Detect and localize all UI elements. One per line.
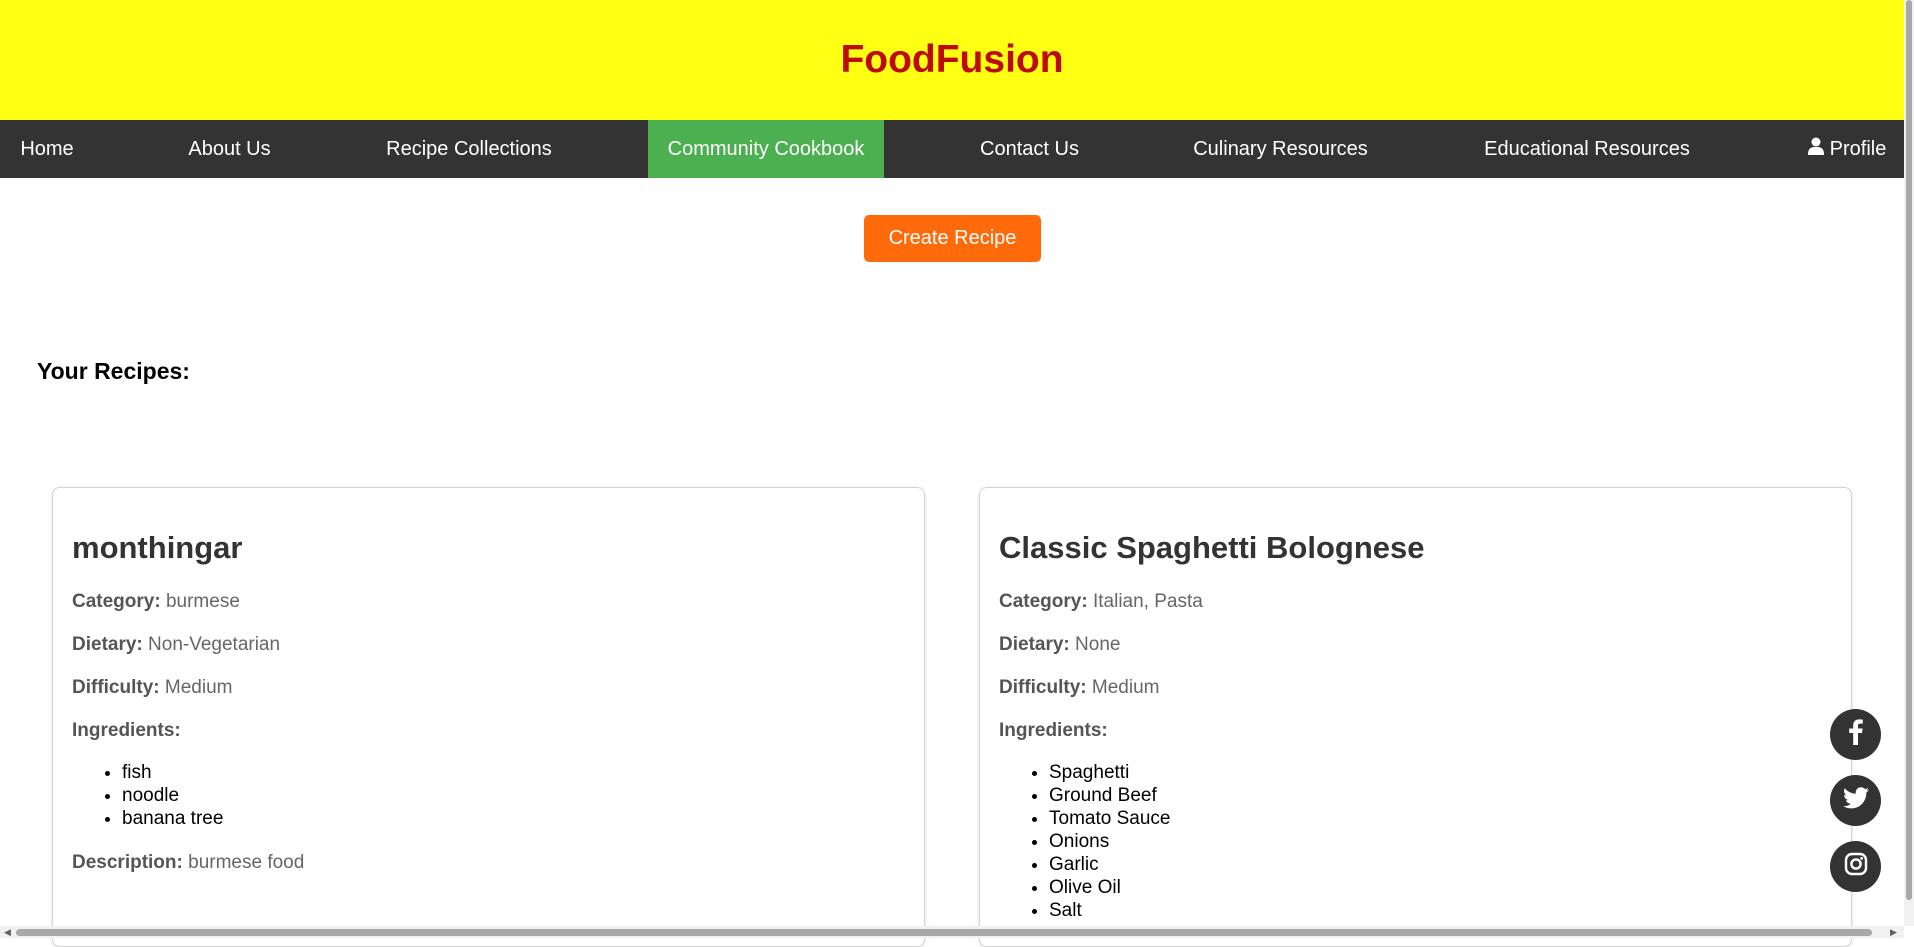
twitter-button[interactable] bbox=[1830, 775, 1881, 826]
description-label: Description: bbox=[72, 852, 183, 873]
ingredient-item: Garlic bbox=[1049, 853, 1170, 876]
ingredient-item: banana tree bbox=[122, 807, 223, 830]
recipe-category: Category: Italian, Pasta bbox=[999, 591, 1203, 613]
nav-culinary-resources[interactable]: Culinary Resources bbox=[1175, 120, 1386, 178]
horizontal-scrollbar[interactable]: ◀ ▶ bbox=[0, 926, 1904, 938]
category-value: burmese bbox=[165, 591, 240, 612]
site-header: FoodFusion bbox=[0, 0, 1904, 120]
create-recipe-button[interactable]: Create Recipe bbox=[864, 215, 1041, 262]
ingredient-item: Onions bbox=[1049, 830, 1170, 853]
category-label: Category: bbox=[999, 591, 1088, 612]
recipe-description: Description: burmese food bbox=[72, 852, 304, 874]
recipe-dietary: Dietary: Non-Vegetarian bbox=[72, 634, 280, 656]
ingredients-label: Ingredients: bbox=[999, 720, 1108, 741]
facebook-icon bbox=[1848, 719, 1863, 750]
recipe-category: Category: burmese bbox=[72, 591, 240, 613]
site-title: FoodFusion bbox=[840, 38, 1064, 81]
vertical-scrollbar-thumb[interactable] bbox=[1906, 0, 1912, 900]
ingredient-item: Spaghetti bbox=[1049, 761, 1170, 784]
facebook-button[interactable] bbox=[1830, 709, 1881, 760]
dietary-label: Dietary: bbox=[999, 634, 1070, 655]
ingredient-item: Ground Beef bbox=[1049, 784, 1170, 807]
difficulty-label: Difficulty: bbox=[999, 677, 1087, 698]
ingredients-list: Spaghetti Ground Beef Tomato Sauce Onion… bbox=[999, 761, 1170, 922]
scroll-left-icon[interactable]: ◀ bbox=[4, 927, 11, 938]
nav-community-cookbook[interactable]: Community Cookbook bbox=[648, 120, 884, 178]
dietary-label: Dietary: bbox=[72, 634, 143, 655]
nav-about-us[interactable]: About Us bbox=[170, 120, 289, 178]
nav-educational-resources[interactable]: Educational Resources bbox=[1468, 120, 1706, 178]
recipe-difficulty: Difficulty: Medium bbox=[999, 677, 1159, 699]
description-value: burmese food bbox=[188, 852, 305, 873]
difficulty-value: Medium bbox=[164, 677, 233, 698]
category-label: Category: bbox=[72, 591, 161, 612]
instagram-button[interactable] bbox=[1830, 841, 1881, 892]
nav-profile[interactable]: Profile bbox=[1790, 120, 1904, 178]
nav-profile-label: Profile bbox=[1829, 137, 1887, 160]
instagram-icon bbox=[1844, 852, 1868, 881]
user-icon bbox=[1807, 137, 1824, 161]
recipe-ingredients-heading: Ingredients: bbox=[999, 720, 1108, 742]
section-heading: Your Recipes: bbox=[37, 358, 190, 384]
twitter-icon bbox=[1842, 787, 1869, 814]
nav-recipe-collections[interactable]: Recipe Collections bbox=[370, 120, 568, 178]
ingredient-item: Olive Oil bbox=[1049, 876, 1170, 899]
ingredients-label: Ingredients: bbox=[72, 720, 181, 741]
recipe-difficulty: Difficulty: Medium bbox=[72, 677, 232, 699]
ingredients-list: fish noodle banana tree bbox=[72, 761, 223, 830]
dietary-value: None bbox=[1075, 634, 1121, 655]
nav-contact-us[interactable]: Contact Us bbox=[962, 120, 1097, 178]
ingredient-item: Tomato Sauce bbox=[1049, 807, 1170, 830]
ingredient-item: noodle bbox=[122, 784, 223, 807]
recipe-title: monthingar bbox=[72, 530, 243, 565]
recipe-card: Classic Spaghetti Bolognese Category: It… bbox=[979, 487, 1852, 947]
recipe-card: monthingar Category: burmese Dietary: No… bbox=[52, 487, 925, 947]
category-value: Italian, Pasta bbox=[1092, 591, 1203, 612]
ingredient-item: fish bbox=[122, 761, 223, 784]
nav-home[interactable]: Home bbox=[0, 120, 94, 178]
difficulty-value: Medium bbox=[1091, 677, 1160, 698]
difficulty-label: Difficulty: bbox=[72, 677, 160, 698]
vertical-scrollbar[interactable] bbox=[1904, 0, 1914, 926]
main-nav: Home About Us Recipe Collections Communi… bbox=[0, 120, 1904, 178]
ingredient-item: Salt bbox=[1049, 899, 1170, 922]
recipe-title: Classic Spaghetti Bolognese bbox=[999, 530, 1425, 565]
dietary-value: Non-Vegetarian bbox=[148, 634, 281, 655]
scroll-right-icon[interactable]: ▶ bbox=[1890, 927, 1897, 938]
horizontal-scrollbar-thumb[interactable] bbox=[16, 929, 1872, 936]
recipe-ingredients-heading: Ingredients: bbox=[72, 720, 181, 742]
recipe-dietary: Dietary: None bbox=[999, 634, 1120, 656]
